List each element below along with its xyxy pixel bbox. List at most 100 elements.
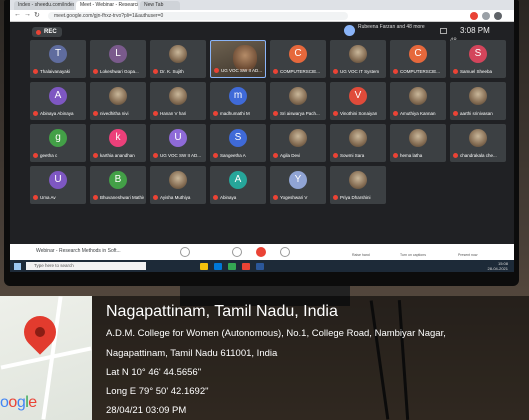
participant-tile[interactable]: C COMPUTERSCIE... xyxy=(270,40,326,78)
back-icon[interactable]: ← xyxy=(14,11,21,18)
participant-tile[interactable]: hema latha xyxy=(390,124,446,162)
app-icon[interactable] xyxy=(242,263,250,270)
forward-icon[interactable]: → xyxy=(24,11,31,18)
participant-avatar: S xyxy=(229,129,247,147)
participant-avatar xyxy=(289,129,307,147)
browser-tab[interactable]: New Tab xyxy=(140,1,180,10)
participant-name-text: geetha c xyxy=(40,153,58,158)
participant-tile[interactable]: aarthi srinivasan xyxy=(450,82,506,120)
captions-icon[interactable] xyxy=(180,247,190,257)
mic-muted-icon xyxy=(213,153,218,158)
mic-muted-icon xyxy=(333,195,338,200)
participant-name-text: COMPUTERSCIE... xyxy=(280,69,321,74)
participant-tile[interactable]: g geetha c xyxy=(30,124,86,162)
participant-avatar: T xyxy=(49,45,67,63)
participant-avatar xyxy=(349,45,367,63)
profile-icon[interactable] xyxy=(482,12,490,20)
participant-tile[interactable]: Dr. K. Sujith xyxy=(150,40,206,78)
participant-avatar: V xyxy=(349,87,367,105)
participant-tile[interactable]: Sri aiswarya Pach... xyxy=(270,82,326,120)
participant-tile[interactable]: k karthia anandhan xyxy=(90,124,146,162)
raise-hand-button[interactable]: Raise hand xyxy=(352,253,370,257)
participant-name: Hanan V hari xyxy=(153,111,204,117)
participant-avatar: B xyxy=(109,171,127,189)
participants-icon[interactable] xyxy=(440,28,447,34)
windows-start-icon[interactable] xyxy=(14,263,21,270)
browser-tab-active[interactable]: Meet - Webinar - Research M xyxy=(76,1,138,10)
participant-tile[interactable]: Amuthiya Kannan xyxy=(390,82,446,120)
taskbar-search[interactable]: Type here to search xyxy=(26,262,146,270)
participant-name-text: UG VOC IT System xyxy=(340,69,380,74)
reload-icon[interactable]: ↻ xyxy=(34,11,40,19)
camera-icon[interactable] xyxy=(280,247,290,257)
participant-tile[interactable]: L Lokeshwari Gopa... xyxy=(90,40,146,78)
present-now-button[interactable]: Present now xyxy=(458,253,477,257)
browser-tab[interactable]: Index - sheedu.com/index xyxy=(14,1,74,10)
participant-avatar xyxy=(169,87,187,105)
participant-avatar xyxy=(169,171,187,189)
file-explorer-icon[interactable] xyxy=(200,263,208,270)
participant-name: UG VOC SW II AD... xyxy=(214,68,263,74)
mic-muted-icon xyxy=(93,69,98,74)
participant-name: madhumathi M xyxy=(213,111,264,117)
mic-muted-icon xyxy=(393,111,398,116)
participant-tile[interactable]: S Sangeetha A xyxy=(210,124,266,162)
participant-name-text: Abinaya Abinaya xyxy=(40,111,74,116)
participant-name-text: Priya Dharshini xyxy=(340,195,371,200)
participant-tile[interactable]: B Bhuvaneshwari Mathivanan xyxy=(90,166,146,204)
participant-name: Yogeshwari V xyxy=(273,195,324,201)
word-icon[interactable] xyxy=(256,263,264,270)
participant-name-text: Hanan V hari xyxy=(160,111,187,116)
url-field[interactable]: meet.google.com/gjn-fhxz-trvo?pli=1&auth… xyxy=(48,12,348,20)
participant-tile[interactable]: UG VOC SW II AD... xyxy=(210,40,266,78)
mic-muted-icon xyxy=(93,111,98,116)
captions-button[interactable]: Turn on captions xyxy=(400,253,426,257)
participant-tile[interactable]: nivedhitha nivi xyxy=(90,82,146,120)
participant-name: chandrakala che... xyxy=(453,153,504,159)
participant-avatar xyxy=(289,87,307,105)
participant-tile[interactable]: m madhumathi M xyxy=(210,82,266,120)
monitor: Index - sheedu.com/index Meet - Webinar … xyxy=(4,0,519,286)
geotag-timestamp: 28/04/21 03:09 PM xyxy=(106,405,187,416)
participant-name-text: Bhuvaneshwari Mathivanan xyxy=(100,195,144,200)
geotag-address-line1: A.D.M. College for Women (Autonomous), N… xyxy=(106,328,446,339)
participant-name-text: Sangeetha A xyxy=(220,153,246,158)
menu-icon[interactable] xyxy=(494,12,502,20)
participant-tile[interactable]: T Thalaivanayaki xyxy=(30,40,86,78)
participant-tile[interactable]: Sowmi Sara xyxy=(330,124,386,162)
participant-tile[interactable]: A Abinaya xyxy=(210,166,266,204)
participant-name: Sowmi Sara xyxy=(333,153,384,159)
participant-tile[interactable]: Ayisha Muthiya xyxy=(150,166,206,204)
participant-tile[interactable]: V Vinothini Sonaiyan xyxy=(330,82,386,120)
chrome-icon[interactable] xyxy=(228,263,236,270)
extension-icon[interactable] xyxy=(470,12,478,20)
participant-tile[interactable]: Y Yogeshwari V xyxy=(270,166,326,204)
participant-name: geetha c xyxy=(33,153,84,159)
participant-avatar xyxy=(409,129,427,147)
participant-tile[interactable]: chandrakala che... xyxy=(450,124,506,162)
microphone-icon[interactable] xyxy=(232,247,242,257)
participant-name-text: Dr. K. Sujith xyxy=(160,69,184,74)
participant-name: Agila Devi xyxy=(273,153,324,159)
participant-tile[interactable]: C COMPUTERSCIE... xyxy=(390,40,446,78)
participant-tile[interactable]: A Abinaya Abinaya xyxy=(30,82,86,120)
participant-tile[interactable]: Priya Dharshini xyxy=(330,166,386,204)
leave-call-icon[interactable] xyxy=(256,247,266,257)
participant-name: Ayisha Muthiya xyxy=(153,195,204,201)
browser-address-bar: ← → ↻ meet.google.com/gjn-fhxz-trvo?pli=… xyxy=(10,10,514,22)
participant-avatar: m xyxy=(229,87,247,105)
participant-tile[interactable]: U Uma Av xyxy=(30,166,86,204)
participant-avatar: U xyxy=(49,171,67,189)
participant-tile[interactable]: UG VOC IT System xyxy=(330,40,386,78)
participant-avatar xyxy=(469,129,487,147)
participant-name: karthia anandhan xyxy=(93,153,144,159)
participant-name: Amuthiya Kannan xyxy=(393,111,444,117)
edge-icon[interactable] xyxy=(214,263,222,270)
participant-name-text: Sowmi Sara xyxy=(340,153,365,158)
meet-grid: REC Rubeena Farzan and 48 more 48 3:08 P… xyxy=(10,22,514,244)
participant-tile[interactable]: Agila Devi xyxy=(270,124,326,162)
mic-muted-icon xyxy=(273,195,278,200)
participant-tile[interactable]: U UG VOC SW II AD... xyxy=(150,124,206,162)
participant-tile[interactable]: S Samuel Sheeba xyxy=(450,40,506,78)
participant-tile[interactable]: Hanan V hari xyxy=(150,82,206,120)
